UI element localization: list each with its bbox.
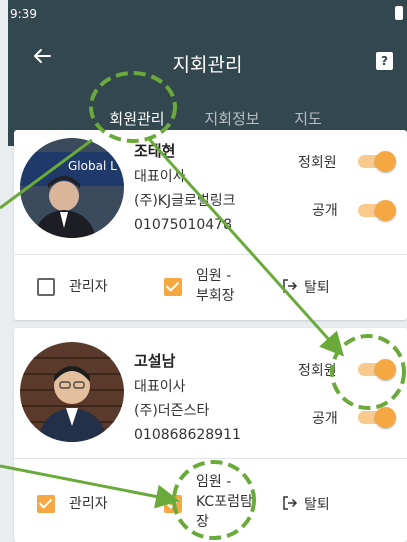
- admin-checkbox[interactable]: [37, 278, 55, 296]
- app-bar: 지회관리 ? 회원관리 지회정보 지도: [8, 30, 407, 147]
- member-company: (주)KJ글로벌링크: [134, 193, 236, 209]
- executive-role-label: 임원 - 부회장: [196, 268, 235, 304]
- avatar: Global L: [20, 138, 124, 238]
- status-time: 9:39: [10, 7, 37, 21]
- member-phone: 01075010478: [134, 217, 232, 233]
- divider: [14, 458, 407, 459]
- leave-button[interactable]: 탈퇴: [304, 277, 330, 297]
- executive-checkbox[interactable]: [164, 278, 182, 296]
- battery-icon: [395, 6, 403, 20]
- logout-icon[interactable]: [282, 278, 298, 294]
- member-card: 고설남 대표이사 (주)더즌스타 010868628911 정회원 공개 관리자…: [14, 328, 407, 542]
- logout-icon[interactable]: [282, 495, 298, 511]
- executive-role-label: 임원 - KC포럼탐 장: [196, 474, 253, 530]
- public-toggle[interactable]: [356, 200, 396, 221]
- leave-button[interactable]: 탈퇴: [304, 494, 330, 514]
- regular-member-label: 정회원: [298, 155, 337, 171]
- member-title: 대표이사: [134, 169, 186, 185]
- regular-member-toggle[interactable]: [356, 359, 396, 380]
- admin-label: 관리자: [69, 279, 108, 295]
- public-label: 공개: [312, 411, 338, 427]
- page-title: 지회관리: [172, 54, 243, 76]
- public-toggle[interactable]: [356, 407, 396, 428]
- avatar-banner-text: Global L: [68, 159, 117, 173]
- public-label: 공개: [312, 203, 338, 219]
- executive-checkbox[interactable]: [164, 495, 182, 513]
- regular-member-label: 정회원: [298, 363, 337, 379]
- admin-label: 관리자: [69, 496, 108, 512]
- member-card: Global L 조태현 대표이사 (주)KJ글로벌링크 01075010478…: [14, 130, 407, 320]
- member-name: 조태현: [134, 142, 176, 160]
- member-phone: 010868628911: [134, 427, 241, 443]
- avatar: [20, 342, 124, 442]
- regular-member-toggle[interactable]: [356, 151, 396, 172]
- admin-checkbox[interactable]: [37, 495, 55, 513]
- member-name: 고설남: [134, 352, 176, 370]
- status-bar: 9:39: [8, 0, 407, 30]
- member-title: 대표이사: [134, 379, 186, 395]
- member-company: (주)더즌스타: [134, 403, 210, 419]
- help-icon[interactable]: ?: [376, 52, 393, 70]
- app-screen: 9:39 지회관리 ? 회원관리 지회정보 지도 Global L 조태현 대표…: [0, 0, 407, 542]
- divider: [14, 254, 407, 255]
